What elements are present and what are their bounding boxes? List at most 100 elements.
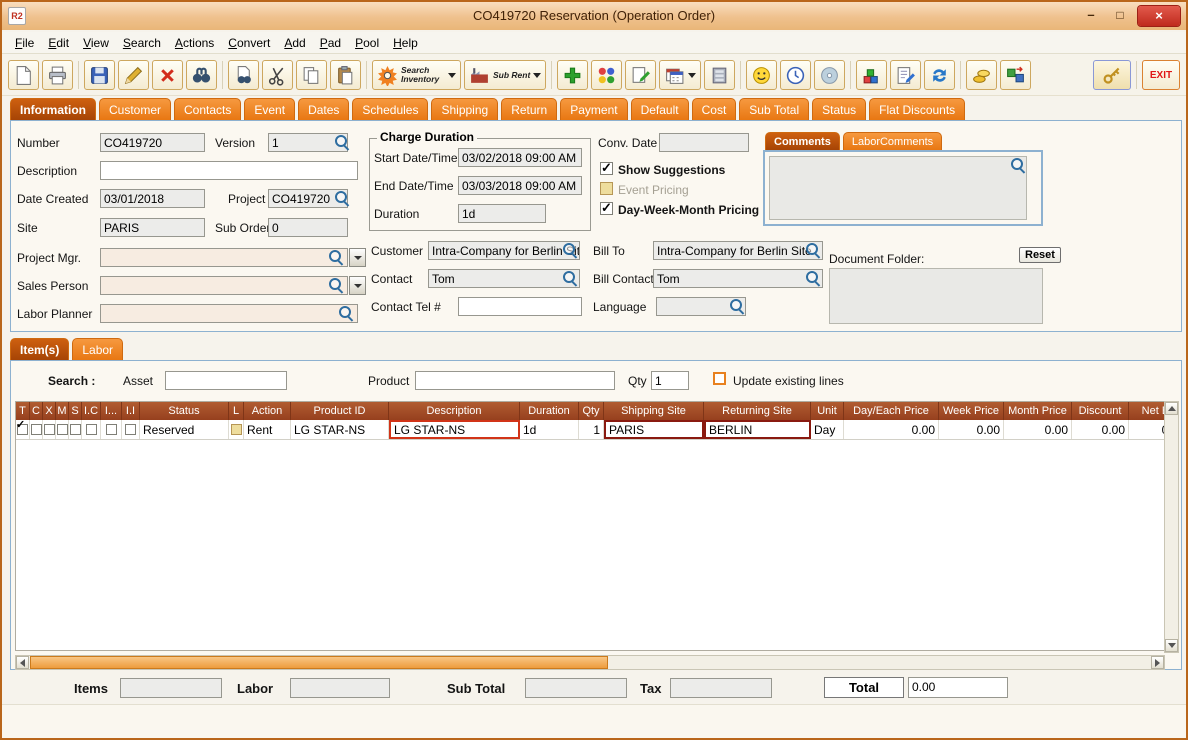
menu-view[interactable]: View — [76, 33, 116, 53]
cell-net-each[interactable]: 0.00 — [1129, 420, 1164, 439]
cell-ic[interactable] — [82, 420, 101, 439]
sub-rent-button[interactable]: Sub Rent — [464, 60, 547, 90]
minimize-button[interactable]: – — [1080, 7, 1102, 25]
customer-field[interactable]: Intra-Company for Berlin Site — [428, 241, 580, 260]
menu-help[interactable]: Help — [386, 33, 425, 53]
row-checkbox[interactable] — [69, 424, 81, 435]
cell-select[interactable] — [16, 420, 30, 439]
search-icon[interactable] — [335, 191, 349, 205]
search-icon[interactable] — [730, 299, 744, 313]
day-week-month-pricing-checkbox[interactable] — [600, 200, 613, 216]
permissions-button[interactable] — [1093, 60, 1131, 90]
cell-l[interactable] — [229, 420, 244, 439]
sub-orders-field[interactable]: 0 — [268, 218, 348, 237]
row-checkbox[interactable] — [125, 424, 136, 435]
billing-button[interactable] — [966, 60, 998, 90]
asset-input[interactable] — [165, 371, 287, 390]
column-header-week-price[interactable]: Week Price — [939, 402, 1004, 420]
column-header-t[interactable]: T — [16, 402, 30, 420]
c ell-action[interactable]: Rent — [244, 420, 291, 439]
scrollbar-thumb[interactable] — [30, 656, 608, 669]
column-header-product-id[interactable]: Product ID — [291, 402, 389, 420]
column-header-net-each[interactable]: Net Ea — [1129, 402, 1164, 420]
search-icon[interactable] — [563, 271, 577, 285]
menu-edit[interactable]: Edit — [41, 33, 76, 53]
find-button[interactable] — [186, 60, 217, 90]
conv-date-field[interactable] — [659, 133, 749, 152]
menu-actions[interactable]: Actions — [168, 33, 221, 53]
sales-person-field[interactable] — [100, 276, 348, 295]
start-datetime-field[interactable]: 03/02/2018 09:00 AM — [458, 148, 582, 167]
calendar-button[interactable] — [659, 60, 702, 90]
scroll-up-button[interactable] — [1165, 402, 1178, 415]
search-icon[interactable] — [563, 243, 577, 257]
tab-return[interactable]: Return — [501, 98, 558, 120]
cell-shipping-site[interactable]: PARIS — [604, 420, 704, 439]
tab-contacts[interactable]: Contacts — [174, 98, 242, 120]
inventory-cubes-button[interactable] — [856, 60, 888, 90]
comments-textarea[interactable] — [769, 156, 1027, 220]
search-icon[interactable] — [339, 306, 353, 320]
print-button[interactable] — [42, 60, 73, 90]
warehouse-button[interactable] — [704, 60, 736, 90]
qty-input[interactable]: 1 — [651, 371, 689, 390]
tab-flat-discounts[interactable]: Flat Discounts — [869, 98, 966, 120]
cell-m[interactable] — [56, 420, 69, 439]
column-header-ic[interactable]: I.C — [82, 402, 101, 420]
labor-total-field[interactable] — [290, 678, 390, 698]
vertical-scrollbar[interactable] — [1164, 401, 1179, 653]
contact-tel-field[interactable] — [458, 297, 582, 316]
refresh-button[interactable] — [924, 60, 956, 90]
tab-customer[interactable]: Customer — [99, 98, 172, 120]
column-header-x[interactable]: X — [43, 402, 56, 420]
project-mgr-dropdown-button[interactable] — [349, 248, 366, 267]
number-field[interactable]: CO419720 — [100, 133, 205, 152]
bill-contact-field[interactable]: Tom — [653, 269, 823, 288]
total-field[interactable]: 0.00 — [908, 677, 1008, 698]
search-icon[interactable] — [806, 271, 820, 285]
labor-planner-field[interactable] — [100, 304, 358, 323]
column-header-status[interactable]: Status — [140, 402, 229, 420]
column-header-l[interactable]: L — [229, 402, 244, 420]
tab-sub-total[interactable]: Sub Total — [739, 98, 810, 120]
row-checkbox[interactable] — [230, 424, 242, 435]
search-inventory-button[interactable]: Search Inventory — [372, 60, 461, 90]
chevron-down-icon[interactable] — [448, 72, 456, 78]
update-existing-lines-checkbox[interactable] — [713, 372, 726, 385]
horizontal-scrollbar[interactable] — [15, 655, 1165, 670]
notes-button[interactable] — [625, 60, 657, 90]
maximize-button[interactable]: □ — [1109, 7, 1131, 25]
description-field[interactable] — [100, 161, 358, 180]
find-in-document-button[interactable] — [228, 60, 259, 90]
copy-button[interactable] — [296, 60, 327, 90]
tab-status[interactable]: Status — [812, 98, 867, 120]
cell-discount[interactable]: 0.00 — [1072, 420, 1129, 439]
paste-button[interactable] — [330, 60, 361, 90]
cut-button[interactable] — [262, 60, 293, 90]
row-checkbox[interactable] — [56, 424, 68, 435]
duration-field[interactable]: 1d — [458, 204, 546, 223]
cell-x[interactable] — [43, 420, 56, 439]
tab-event[interactable]: Event — [244, 98, 296, 120]
column-header-discount[interactable]: Discount — [1072, 402, 1129, 420]
column-header-day-each-price[interactable]: Day/Each Price — [844, 402, 939, 420]
column-header-i[interactable]: I... — [101, 402, 122, 420]
search-icon[interactable] — [329, 278, 343, 292]
row-selected-checkbox[interactable] — [17, 424, 28, 435]
row-checkbox[interactable] — [30, 424, 42, 435]
scroll-right-button[interactable] — [1151, 656, 1164, 669]
media-button[interactable] — [814, 60, 846, 90]
cell-week-price[interactable]: 0.00 — [939, 420, 1004, 439]
add-line-button[interactable] — [557, 60, 589, 90]
cell-ii[interactable] — [122, 420, 140, 439]
search-icon[interactable] — [1011, 158, 1025, 172]
document-folder-box[interactable] — [829, 268, 1043, 324]
edit-button[interactable] — [118, 60, 149, 90]
tab-labor-comments[interactable]: LaborComments — [842, 132, 943, 150]
feedback-button[interactable] — [746, 60, 778, 90]
project-mgr-field[interactable] — [100, 248, 348, 267]
tab-shipping[interactable]: Shipping — [431, 98, 499, 120]
cell-c[interactable] — [30, 420, 43, 439]
scroll-down-button[interactable] — [1165, 639, 1178, 652]
tab-schedules[interactable]: Schedules — [352, 98, 429, 120]
